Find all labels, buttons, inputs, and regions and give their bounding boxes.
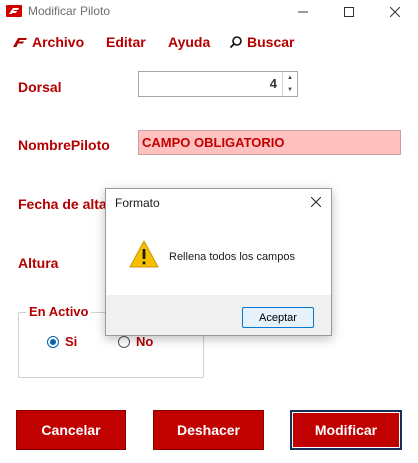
dialog-ok-button[interactable]: Aceptar [242, 307, 314, 328]
menu-editar[interactable]: Editar [106, 34, 146, 50]
dialog-message: Rellena todos los campos [169, 251, 295, 263]
en-activo-title: En Activo [26, 304, 92, 319]
dialog-title: Formato [115, 196, 160, 210]
dialog-ok-label: Aceptar [259, 311, 297, 324]
radio-si-label: Si [65, 334, 78, 349]
dorsal-spinner[interactable]: 4 ▲ ▼ [138, 71, 298, 97]
warning-icon [129, 240, 159, 273]
nombre-piloto-field[interactable]: CAMPO OBLIGATORIO [138, 130, 401, 155]
close-button[interactable] [372, 0, 418, 24]
menu-bar: Archivo Editar Ayuda Buscar [0, 30, 418, 56]
maximize-button[interactable] [326, 0, 372, 24]
cancel-button[interactable]: Cancelar [16, 410, 126, 450]
menu-editar-label: Editar [106, 34, 146, 50]
menu-buscar[interactable]: Buscar [229, 34, 294, 50]
nombre-piloto-value: CAMPO OBLIGATORIO [142, 135, 285, 150]
nombre-piloto-label: NombrePiloto [18, 137, 110, 153]
radio-selected-icon [47, 335, 59, 348]
modify-button-label: Modificar [314, 422, 378, 438]
dorsal-value: 4 [269, 76, 277, 91]
dorsal-label: Dorsal [18, 79, 62, 95]
app-logo-icon [6, 4, 22, 18]
title-bar: Modificar Piloto [0, 0, 418, 24]
close-icon [311, 197, 321, 207]
menu-ayuda-label: Ayuda [168, 34, 211, 50]
menu-archivo-label: Archivo [32, 34, 85, 50]
format-dialog: Formato Rellena todos los campos Aceptar [105, 188, 332, 336]
minimize-icon [298, 11, 308, 13]
dialog-close-button[interactable] [307, 193, 325, 211]
radio-si[interactable]: Si [47, 334, 77, 349]
spinner-up-icon[interactable]: ▲ [283, 72, 297, 84]
menu-archivo[interactable]: Archivo [12, 34, 84, 50]
menu-buscar-label: Buscar [247, 34, 295, 50]
undo-button[interactable]: Deshacer [153, 410, 264, 450]
radio-no-label: No [136, 334, 154, 349]
fecha-alta-label: Fecha de alta [18, 196, 107, 212]
menu-ayuda[interactable]: Ayuda [168, 34, 210, 50]
altura-label: Altura [18, 255, 59, 271]
minimize-button[interactable] [280, 0, 326, 24]
f1-logo-icon [13, 38, 27, 47]
modify-button[interactable]: Modificar [290, 410, 402, 450]
close-icon [390, 7, 400, 17]
spinner-buttons: ▲ ▼ [282, 72, 297, 96]
cancel-button-label: Cancelar [41, 422, 101, 438]
window-title: Modificar Piloto [28, 4, 111, 18]
radio-unselected-icon [118, 335, 130, 348]
radio-no[interactable]: No [118, 334, 153, 349]
spinner-down-icon[interactable]: ▼ [283, 84, 297, 96]
maximize-icon [344, 7, 354, 17]
undo-button-label: Deshacer [176, 422, 241, 438]
search-icon [229, 36, 242, 49]
